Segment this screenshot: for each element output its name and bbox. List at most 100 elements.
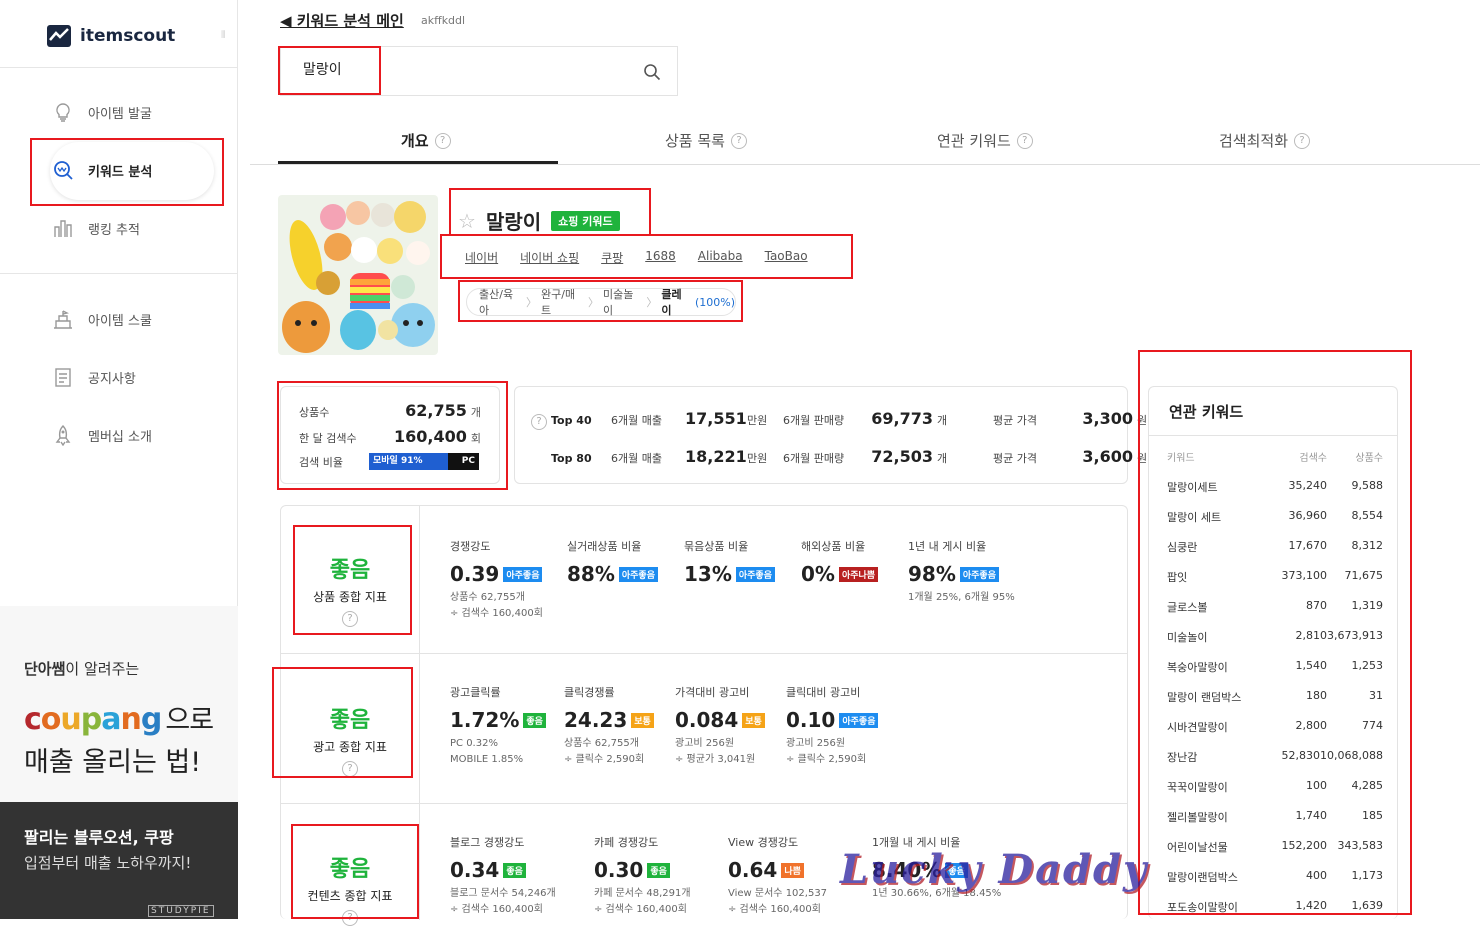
metric-label: 광고클릭률 xyxy=(450,686,501,699)
link-alibaba[interactable]: Alibaba xyxy=(698,249,743,266)
related-keyword-row[interactable]: 장난감 52,830 10,068,088 xyxy=(1167,749,1383,765)
help-icon[interactable]: ? xyxy=(434,132,451,149)
category-item[interactable]: 완구/매트 xyxy=(541,286,584,318)
related-keyword[interactable]: 젤리볼말랑이 xyxy=(1167,809,1273,825)
related-keyword[interactable]: 심쿵란 xyxy=(1167,539,1273,555)
related-keyword[interactable]: 말랑이세트 xyxy=(1167,479,1273,495)
related-keyword[interactable]: 어린이날선물 xyxy=(1167,839,1273,855)
tab-overview[interactable]: 개요? xyxy=(401,130,451,151)
metric-badge: 아주좋음 xyxy=(839,712,879,728)
related-keyword[interactable]: 복숭아말랑이 xyxy=(1167,659,1273,675)
category-item[interactable]: 미술놀이 xyxy=(603,286,642,318)
coupang-wordmark: coupang xyxy=(24,702,163,737)
related-keyword-row[interactable]: 꾹꾹이말랑이 100 4,285 xyxy=(1167,779,1383,795)
related-keyword[interactable]: 장난감 xyxy=(1167,749,1268,765)
help-icon[interactable]: ? xyxy=(730,132,747,149)
coupang-letter: c xyxy=(24,702,42,737)
shopping-keyword-badge: 쇼핑 키워드 xyxy=(551,210,620,231)
logo[interactable]: itemscout xyxy=(46,24,175,48)
related-product-count: 31 xyxy=(1369,689,1383,702)
tab-seo[interactable]: 검색최적화? xyxy=(1219,130,1311,151)
related-keyword-row[interactable]: 어린이날선물 152,200 343,583 xyxy=(1167,839,1383,855)
nav-item-keyword-analysis[interactable]: 키워드 분석 xyxy=(52,159,152,181)
related-product-count: 1,173 xyxy=(1351,869,1384,882)
tab-related-keywords[interactable]: 연관 키워드? xyxy=(937,130,1033,151)
related-keyword-row[interactable]: 말랑이 세트 36,960 8,554 xyxy=(1167,509,1383,525)
divider xyxy=(281,653,1127,654)
coupang-letter: a xyxy=(101,702,121,737)
search-input[interactable] xyxy=(303,61,603,77)
category-item[interactable]: 클레이 xyxy=(661,286,691,318)
related-keyword-row[interactable]: 글로스볼 870 1,319 xyxy=(1167,599,1383,615)
nav-item-ranking[interactable]: 랭킹 추적 xyxy=(52,217,140,239)
top80-row: Top 80 6개월 매출 18,221 만원 6개월 판매량 72,503 개 평균 … xyxy=(551,447,1148,466)
related-keyword-row[interactable]: 심쿵란 17,670 8,312 xyxy=(1167,539,1383,555)
dark-promo-line1: 팔리는 블루오션, 쿠팡 xyxy=(24,828,174,847)
related-keyword-row[interactable]: 말랑이 랜덤박스 180 31 xyxy=(1167,689,1383,705)
link-naver-shopping[interactable]: 네이버 쇼핑 xyxy=(520,249,579,266)
metric-subtext: 광고비 256원 ÷ 클릭수 2,590회 xyxy=(786,738,867,765)
nav-item-discovery[interactable]: 아이템 발굴 xyxy=(52,101,152,123)
link-taobao[interactable]: TaoBao xyxy=(765,249,808,266)
help-icon[interactable]: ? xyxy=(342,761,358,777)
related-keyword-row[interactable]: 시바견말랑이 2,800 774 xyxy=(1167,719,1383,735)
link-naver[interactable]: 네이버 xyxy=(465,249,498,266)
metric-value: 88% 아주좋음 xyxy=(567,562,658,586)
related-product-count: 774 xyxy=(1362,719,1383,732)
tab-product-list[interactable]: 상품 목록? xyxy=(665,130,747,151)
metric-badge: 보통 xyxy=(742,712,765,728)
indicator-metric: 광고클릭률 1.72% 좋음 PC 0.32% MOBILE 1.85% xyxy=(450,684,546,768)
squishy-toys-image xyxy=(278,195,438,355)
help-icon[interactable]: ? xyxy=(342,910,358,926)
related-keyword-row[interactable]: 팝잇 373,100 71,675 xyxy=(1167,569,1383,585)
nav-label: 키워드 분석 xyxy=(88,164,153,180)
related-keyword-row[interactable]: 포도송이말랑이 1,420 1,639 xyxy=(1167,899,1383,915)
sidebar-collapse-handle[interactable]: ⦀ xyxy=(221,30,225,41)
product-thumbnail xyxy=(278,195,438,355)
nav-item-school[interactable]: 아이템 스쿨 xyxy=(52,308,152,330)
studypie-logo: STUDYPIE xyxy=(148,905,214,917)
related-keyword[interactable]: 말랑이 세트 xyxy=(1167,509,1273,525)
related-keywords-panel: 연관 키워드 키워드 검색수 상품수 말랑이세트 35,240 9,588 말랑이 세트 3… xyxy=(1148,386,1398,919)
metric-value: 1.72% 좋음 xyxy=(450,708,546,732)
help-icon[interactable]: ? xyxy=(1294,132,1311,149)
related-keyword-row[interactable]: 말랑이세트 35,240 9,588 xyxy=(1167,479,1383,495)
metric-label: 경쟁강도 xyxy=(450,540,491,553)
back-to-keyword-main-link[interactable]: ◀ 키워드 분석 메인 xyxy=(280,10,404,31)
nav-item-notice[interactable]: 공지사항 xyxy=(52,366,136,388)
metric-label: 1년 내 게시 비율 xyxy=(908,540,987,553)
product-count-row: 상품수 62,755 개 xyxy=(299,401,481,420)
related-keyword-row[interactable]: 말랑이랜덤박스 400 1,173 xyxy=(1167,869,1383,885)
related-search-count: 152,200 xyxy=(1281,839,1328,852)
coupang-promo-banner[interactable]: 단아쌤이 알려주는 coupang 으로 매출 올리는 법! xyxy=(0,606,238,802)
studypie-promo-banner[interactable]: 팔리는 블루오션, 쿠팡 입점부터 매출 노하우까지! STUDYPIE xyxy=(0,802,238,919)
related-keyword[interactable]: 포도송이말랑이 xyxy=(1167,899,1273,915)
related-keyword[interactable]: 미술놀이 xyxy=(1167,629,1273,645)
related-keyword[interactable]: 글로스볼 xyxy=(1167,599,1273,615)
help-icon[interactable]: ? xyxy=(531,414,547,430)
link-coupang[interactable]: 쿠팡 xyxy=(601,249,623,266)
coupang-letter: g xyxy=(140,702,163,737)
related-header-row: 키워드 검색수 상품수 xyxy=(1167,453,1383,464)
help-icon[interactable]: ? xyxy=(342,611,358,627)
help-icon[interactable]: ? xyxy=(1016,132,1033,149)
related-keyword-row[interactable]: 미술놀이 2,810 3,673,913 xyxy=(1167,629,1383,645)
related-keyword[interactable]: 말랑이 랜덤박스 xyxy=(1167,689,1273,705)
related-keyword[interactable]: 시바견말랑이 xyxy=(1167,719,1273,735)
related-keyword[interactable]: 꾹꾹이말랑이 xyxy=(1167,779,1273,795)
nav-item-membership[interactable]: 멤버십 소개 xyxy=(52,424,152,446)
related-keyword[interactable]: 말랑이랜덤박스 xyxy=(1167,869,1273,885)
metric-value: 0.39 아주좋음 xyxy=(450,562,543,586)
link-1688[interactable]: 1688 xyxy=(645,249,676,266)
category-item[interactable]: 출산/육아 xyxy=(479,286,522,318)
related-keyword-row[interactable]: 복숭아말랑이 1,540 1,253 xyxy=(1167,659,1383,675)
metric-label: 해외상품 비율 xyxy=(801,540,866,553)
related-product-count: 9,588 xyxy=(1351,479,1384,492)
search-icon[interactable] xyxy=(643,63,661,81)
metric-subtext: 블로그 문서수 54,246개 ÷ 검색수 160,400회 xyxy=(450,888,556,915)
related-keyword[interactable]: 팝잇 xyxy=(1167,569,1273,585)
metric-badge: 아주좋음 xyxy=(959,566,999,582)
metric-subtext: 상품수 62,755개 ÷ 검색수 160,400회 xyxy=(450,592,543,619)
star-icon[interactable]: ☆ xyxy=(458,209,476,233)
related-keyword-row[interactable]: 젤리볼말랑이 1,740 185 xyxy=(1167,809,1383,825)
